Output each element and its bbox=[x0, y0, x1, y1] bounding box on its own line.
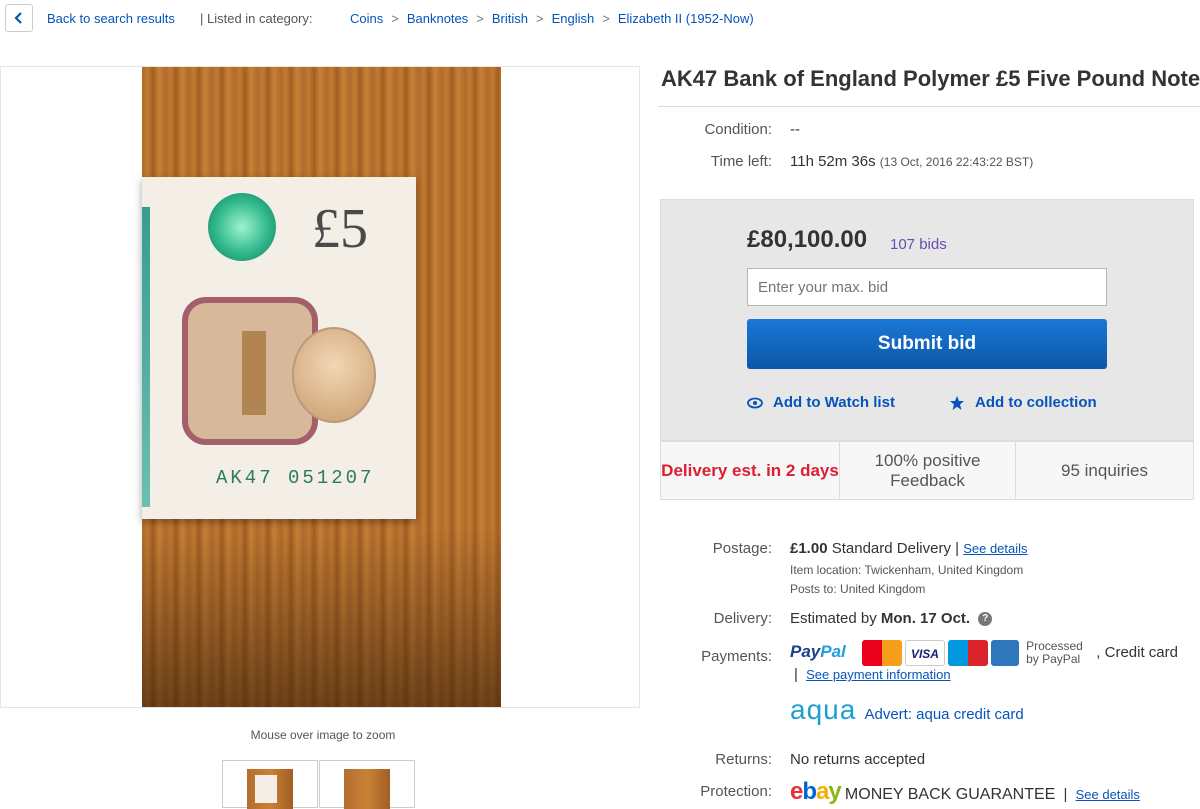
payments-label: Payments: bbox=[701, 648, 772, 665]
postage-value: £1.00 Standard Delivery | See details bbox=[790, 540, 1028, 557]
item-location: Item location: Twickenham, United Kingdo… bbox=[790, 563, 1024, 577]
separator: | bbox=[955, 540, 960, 557]
payments-value: PayPal VISA Processed by PayPal , Credit… bbox=[790, 639, 1178, 684]
thumbnail-2[interactable] bbox=[319, 760, 415, 809]
postage-see-details-link[interactable]: See details bbox=[963, 541, 1027, 556]
add-to-watch-list-link[interactable]: Add to Watch list bbox=[747, 394, 895, 411]
submit-bid-button[interactable]: Submit bid bbox=[747, 319, 1107, 369]
zoom-hint: Mouse over image to zoom bbox=[250, 728, 396, 742]
category-link-banknotes[interactable]: Banknotes bbox=[407, 11, 468, 26]
banknote-image: £5 AK47 051207 bbox=[142, 177, 416, 519]
time-left-label: Time left: bbox=[710, 153, 772, 170]
category-link-elizabeth-ii[interactable]: Elizabeth II (1952-Now) bbox=[618, 11, 754, 26]
seller-stats: Delivery est. in 2 days 100% positive Fe… bbox=[660, 441, 1194, 500]
paypal-logo: PayPal bbox=[790, 641, 846, 661]
thumbnail-image bbox=[247, 769, 293, 809]
max-bid-input[interactable] bbox=[747, 268, 1107, 306]
aqua-logo: aqua bbox=[790, 694, 857, 725]
auction-end-time: (13 Oct, 2016 22:43:22 BST) bbox=[879, 155, 1034, 169]
item-title: AK47 Bank of England Polymer £5 Five Pou… bbox=[661, 66, 1200, 91]
time-left-value: 11h 52m 36s (13 Oct, 2016 22:43:22 BST) bbox=[790, 153, 1033, 170]
bid-panel: £80,100.00 107 bids Submit bid Add to Wa… bbox=[660, 199, 1194, 441]
american-express-icon bbox=[990, 640, 1019, 666]
delivery-label: Delivery: bbox=[713, 610, 772, 627]
note-denomination: £5 bbox=[312, 198, 368, 260]
item-image-viewer[interactable]: £5 AK47 051207 bbox=[0, 66, 640, 708]
note-serial-number: AK47 051207 bbox=[216, 467, 375, 489]
ebay-logo: ebay bbox=[790, 778, 842, 805]
credit-card-text: , Credit card bbox=[1096, 643, 1178, 661]
item-photo[interactable]: £5 AK47 051207 bbox=[142, 67, 501, 707]
inquiries-count: 95 inquiries bbox=[1016, 442, 1193, 499]
postage-label: Postage: bbox=[712, 540, 772, 557]
aqua-advert[interactable]: aqua Advert: aqua credit card bbox=[790, 694, 1024, 726]
delivery-value: Estimated by Mon. 17 Oct. ? bbox=[790, 610, 993, 627]
category-link-english[interactable]: English bbox=[552, 11, 595, 26]
collection-label: Add to collection bbox=[975, 394, 1097, 411]
breadcrumb-separator: > bbox=[476, 11, 484, 26]
visa-icon: VISA bbox=[904, 640, 945, 666]
protection-label: Protection: bbox=[700, 783, 772, 800]
queen-portrait bbox=[292, 327, 376, 423]
big-ben-tower bbox=[242, 331, 266, 415]
condition-value: -- bbox=[790, 121, 800, 138]
delivery-prefix: Estimated by bbox=[790, 610, 877, 627]
returns-label: Returns: bbox=[715, 751, 772, 768]
watch-list-label: Add to Watch list bbox=[773, 394, 895, 411]
postage-service: Standard Delivery bbox=[831, 540, 951, 557]
processed-by-paypal: Processed by PayPal bbox=[1026, 639, 1083, 666]
current-price: £80,100.00 bbox=[747, 226, 868, 253]
eye-icon bbox=[747, 397, 763, 408]
star-icon bbox=[950, 395, 964, 410]
thumbnail-image bbox=[344, 769, 390, 809]
back-button[interactable] bbox=[5, 4, 33, 32]
breadcrumb-separator: > bbox=[536, 11, 544, 26]
posts-to: Posts to: United Kingdom bbox=[790, 582, 926, 596]
mastercard-icon bbox=[861, 640, 902, 666]
note-clear-strip bbox=[142, 207, 150, 507]
thumbnail-1[interactable] bbox=[222, 760, 318, 809]
positive-feedback: 100% positive Feedback bbox=[840, 442, 1016, 499]
delivery-estimate: Delivery est. in 2 days bbox=[661, 442, 840, 499]
time-remaining: 11h 52m 36s bbox=[790, 153, 876, 170]
breadcrumb-bar: Back to search results | Listed in categ… bbox=[0, 0, 1200, 38]
back-to-search-link[interactable]: Back to search results bbox=[47, 11, 175, 26]
hologram-patch bbox=[208, 193, 276, 261]
add-to-collection-link[interactable]: Add to collection bbox=[949, 394, 1097, 411]
category-link-british[interactable]: British bbox=[492, 11, 528, 26]
aqua-advert-link[interactable]: Advert: aqua credit card bbox=[864, 706, 1023, 723]
category-path: Coins > Banknotes > British > English > Elizabet… bbox=[350, 11, 754, 26]
listed-in-category-label: | Listed in category: bbox=[200, 11, 313, 26]
returns-value: No returns accepted bbox=[790, 751, 926, 768]
breadcrumb-separator: > bbox=[602, 11, 610, 26]
category-link-coins[interactable]: Coins bbox=[350, 11, 383, 26]
maestro-icon bbox=[947, 640, 988, 666]
delivery-date: Mon. 17 Oct. bbox=[880, 610, 971, 627]
breadcrumb-separator: > bbox=[391, 11, 399, 26]
postage-price: £1.00 bbox=[790, 540, 828, 557]
see-payment-information-link[interactable]: See payment information bbox=[806, 667, 951, 682]
protection-value: ebay MONEY BACK GUARANTEE | See details bbox=[790, 778, 1140, 805]
bid-count-link[interactable]: 107 bids bbox=[890, 236, 947, 253]
money-back-guarantee: MONEY BACK GUARANTEE bbox=[844, 786, 1056, 803]
question-circle-icon[interactable]: ? bbox=[978, 612, 993, 627]
chevron-left-icon bbox=[14, 12, 22, 24]
divider bbox=[658, 106, 1200, 107]
condition-label: Condition: bbox=[704, 121, 772, 138]
